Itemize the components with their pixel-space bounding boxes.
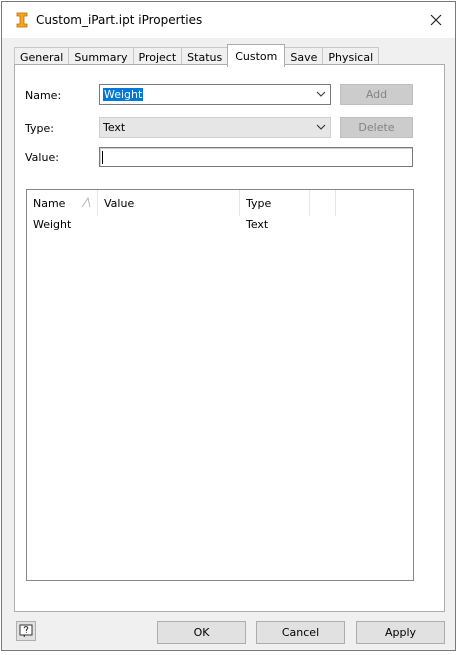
- help-icon: [19, 624, 33, 637]
- help-button[interactable]: [16, 621, 36, 641]
- add-button[interactable]: Add: [340, 84, 413, 105]
- column-header-value[interactable]: Value: [98, 190, 240, 216]
- iproperties-dialog: Custom_iPart.ipt iProperties General Sum…: [1, 1, 456, 651]
- table-row[interactable]: Weight Text: [27, 216, 413, 234]
- inventor-part-icon: [15, 12, 29, 28]
- sort-indicator-icon: [81, 197, 91, 208]
- custom-properties-list[interactable]: Name Value Type Weight Text: [26, 189, 414, 581]
- delete-button[interactable]: Delete: [340, 117, 413, 138]
- chevron-down-icon: [316, 124, 326, 130]
- list-header: Name Value Type: [27, 190, 413, 216]
- name-combobox[interactable]: Weight: [99, 84, 331, 105]
- column-header-type[interactable]: Type: [240, 190, 310, 216]
- tab-custom[interactable]: Custom: [227, 44, 286, 67]
- ok-button[interactable]: OK: [157, 621, 246, 644]
- row-type-cell: Text: [246, 218, 269, 231]
- column-header-extra[interactable]: [310, 190, 336, 216]
- type-combobox[interactable]: Text: [99, 117, 331, 138]
- window-title: Custom_iPart.ipt iProperties: [36, 13, 203, 27]
- row-name-cell: Weight: [33, 218, 72, 231]
- text-caret: [102, 151, 103, 164]
- apply-button[interactable]: Apply: [356, 621, 445, 644]
- column-value-label: Value: [104, 196, 135, 210]
- close-icon: [430, 14, 442, 26]
- value-input[interactable]: [99, 147, 413, 167]
- chevron-down-icon: [316, 91, 326, 97]
- type-label: Type:: [25, 122, 54, 135]
- value-label: Value:: [25, 151, 59, 164]
- name-value: Weight: [103, 88, 144, 101]
- column-type-label: Type: [246, 196, 272, 210]
- column-header-name[interactable]: Name: [27, 190, 98, 216]
- column-name-label: Name: [33, 196, 66, 210]
- cancel-button[interactable]: Cancel: [256, 621, 345, 644]
- type-value: Text: [103, 121, 126, 134]
- close-button[interactable]: [421, 6, 451, 34]
- tab-strip: General Summary Project Status Custom Sa…: [14, 44, 380, 67]
- title-bar: Custom_iPart.ipt iProperties: [2, 2, 455, 38]
- name-label: Name:: [25, 89, 62, 102]
- custom-tab-panel: Name: Weight Add Type: Text Delete Value…: [14, 64, 445, 612]
